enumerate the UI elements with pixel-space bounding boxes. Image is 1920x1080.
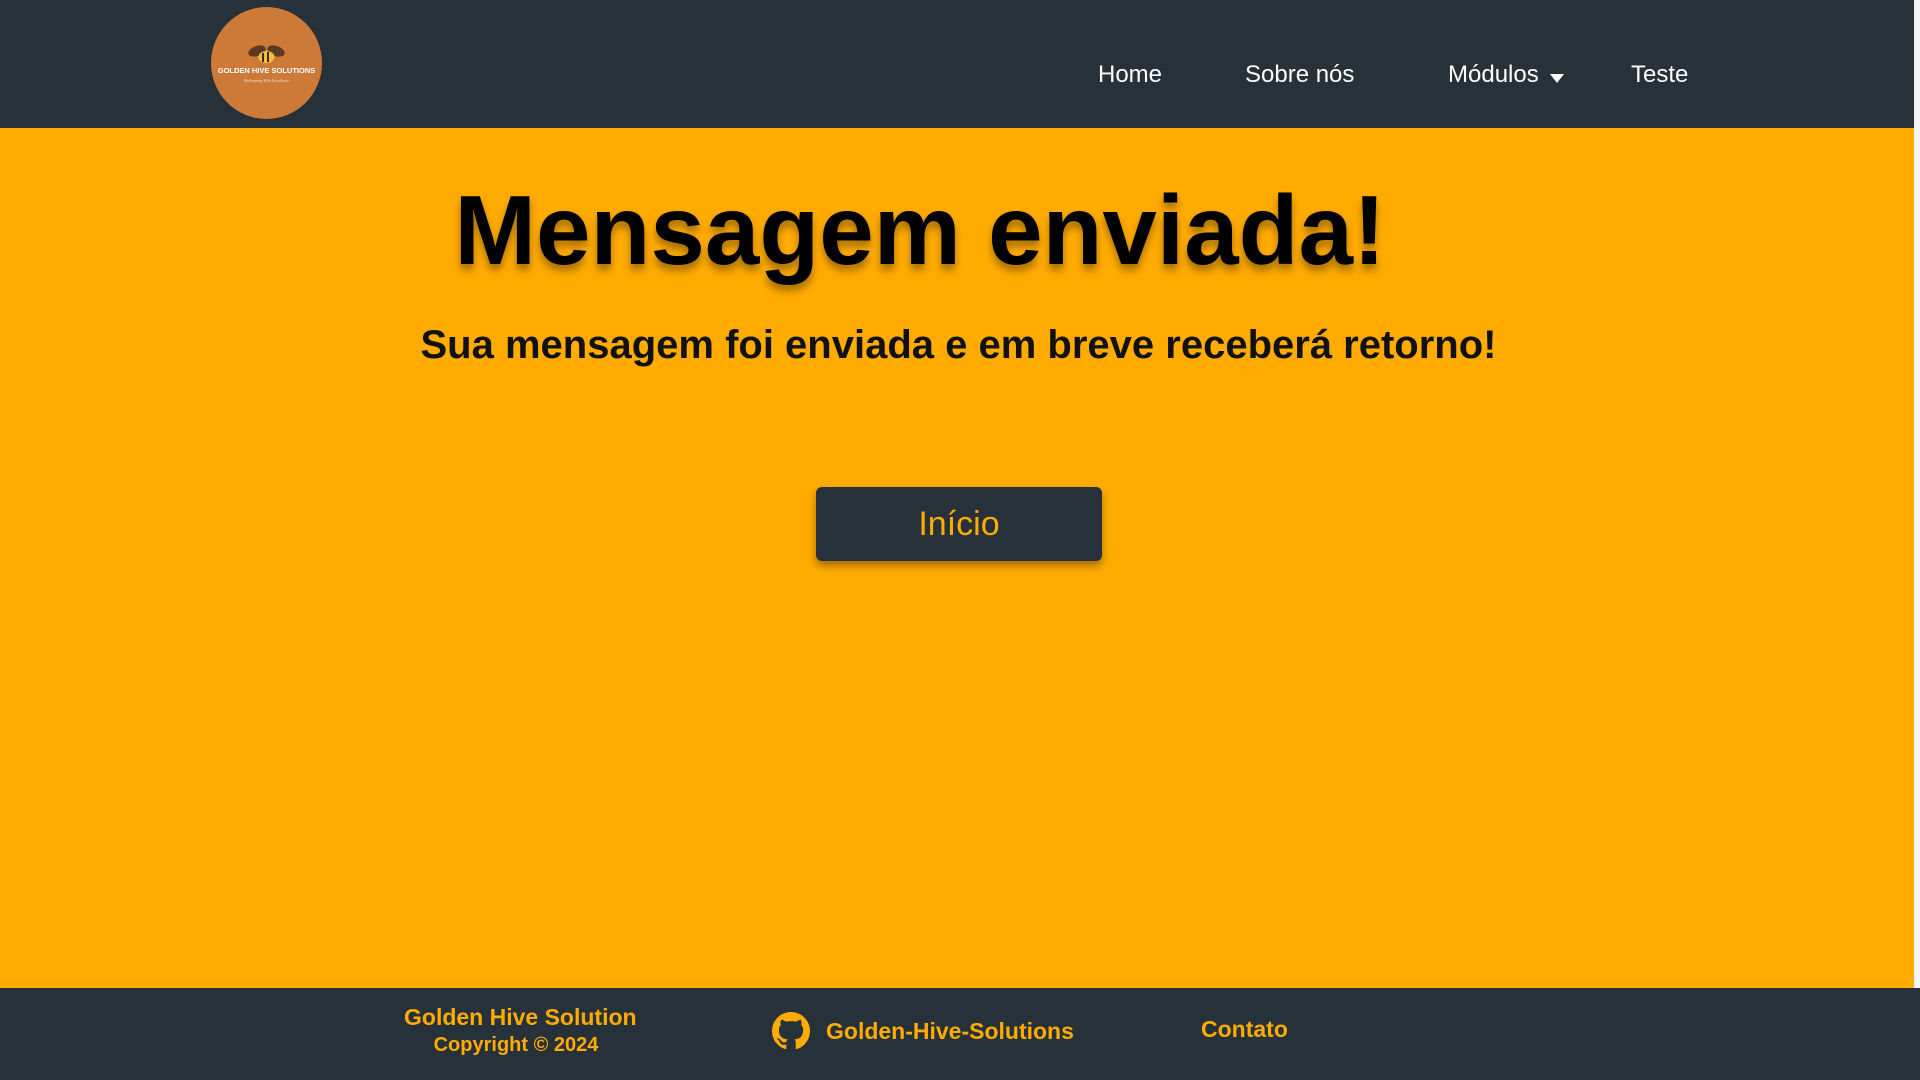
scrollbar[interactable] bbox=[1914, 0, 1917, 1080]
github-link[interactable]: Golden-Hive-Solutions bbox=[772, 1010, 1074, 1052]
page-title: Mensagem enviada! bbox=[454, 175, 1386, 285]
footer: Golden Hive Solution Copyright © 2024 Go… bbox=[0, 988, 1920, 1080]
navbar: GOLDEN HIVE SOLUTIONS Beekeeping With Ex… bbox=[0, 0, 1917, 128]
inicio-button[interactable]: Início bbox=[816, 487, 1102, 561]
footer-brand: Golden Hive Solution Copyright © 2024 bbox=[404, 1002, 637, 1058]
logo-tagline: Beekeeping With Excellence bbox=[244, 78, 289, 83]
github-icon bbox=[772, 1012, 810, 1050]
caret-down-icon[interactable] bbox=[1550, 74, 1564, 83]
page: GOLDEN HIVE SOLUTIONS Beekeeping With Ex… bbox=[0, 0, 1917, 1080]
nav-sobre-nos[interactable]: Sobre nós bbox=[1245, 60, 1354, 90]
page-subtitle: Sua mensagem foi enviada e em breve rece… bbox=[420, 323, 1497, 367]
footer-brand-name: Golden Hive Solution bbox=[404, 1004, 637, 1030]
contato-link[interactable]: Contato bbox=[1201, 1014, 1288, 1044]
nav-teste[interactable]: Teste bbox=[1631, 60, 1688, 90]
bee-icon: GOLDEN HIVE SOLUTIONS Beekeeping With Ex… bbox=[218, 45, 316, 83]
nav-modulos[interactable]: Módulos bbox=[1448, 60, 1539, 90]
footer-copyright: Copyright © 2024 bbox=[433, 1034, 599, 1056]
logo[interactable]: GOLDEN HIVE SOLUTIONS Beekeeping With Ex… bbox=[211, 7, 322, 119]
nav-home[interactable]: Home bbox=[1098, 60, 1162, 90]
github-label: Golden-Hive-Solutions bbox=[826, 1017, 1074, 1044]
logo-text: GOLDEN HIVE SOLUTIONS bbox=[218, 66, 316, 75]
